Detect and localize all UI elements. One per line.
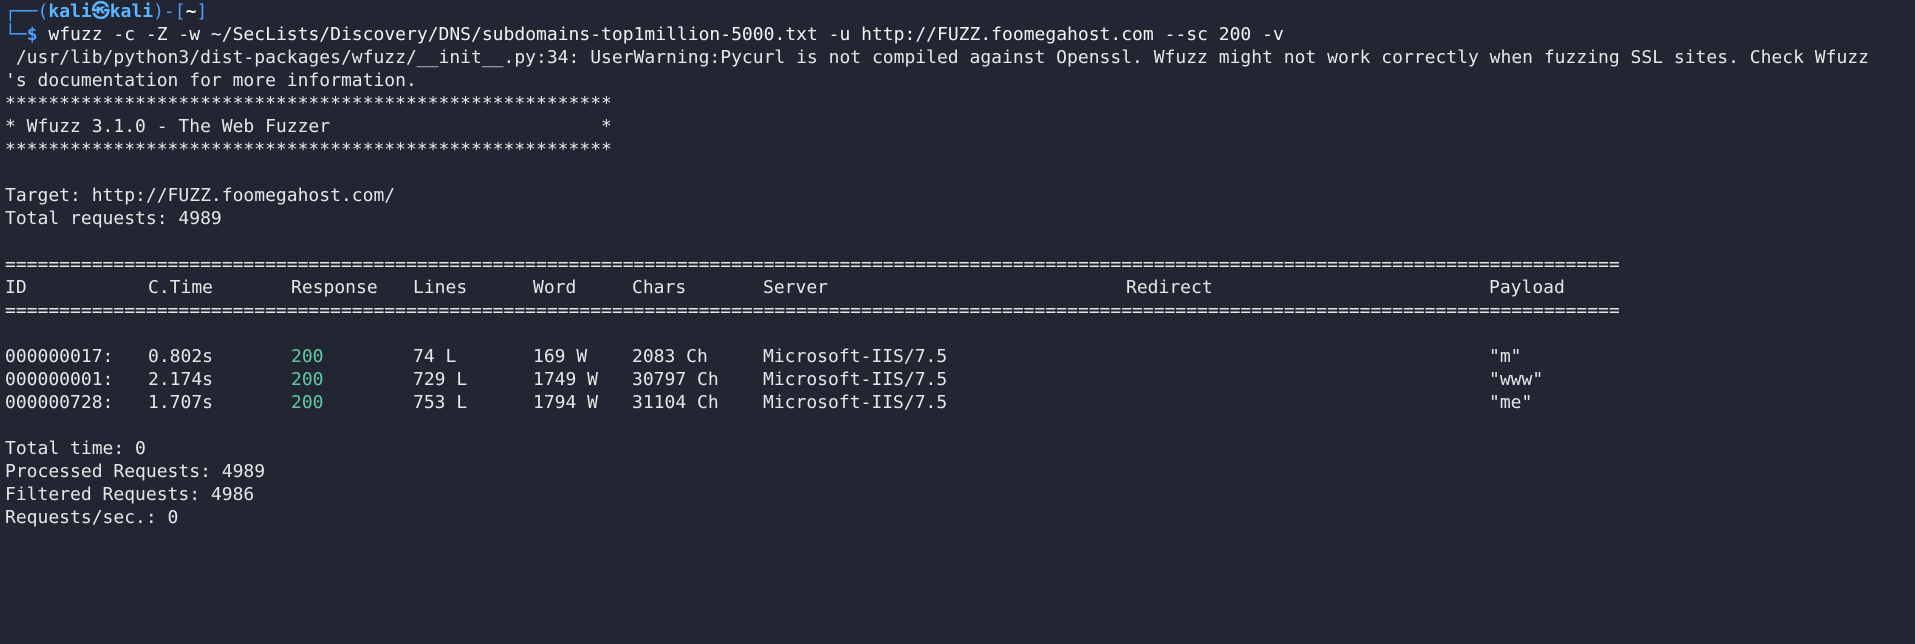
header-word: Word — [533, 277, 577, 298]
separator-bottom: ========================================… — [5, 300, 1620, 321]
header-response: Response — [291, 277, 378, 298]
prompt-corner-bottom: └─ — [5, 24, 27, 45]
table-row: 000000017: 0.802s 200 74 L 169 W 2083 Ch… — [5, 345, 1915, 368]
table-row: 000000728: 1.707s 200 753 L 1794 W 31104… — [5, 391, 1915, 414]
row-payload: "www" — [1489, 369, 1544, 390]
command-line[interactable]: └─$ wfuzz -c -Z -w ~/SecLists/Discovery/… — [5, 23, 1915, 46]
prompt-end: ] — [196, 1, 208, 22]
summary-processed-requests: Processed Requests: 4989 — [5, 461, 266, 482]
separator-top: ========================================… — [5, 254, 1620, 275]
row-lines: 753 L — [413, 392, 468, 413]
row-chars: 30797 Ch — [632, 369, 719, 390]
row-word: 1749 W — [533, 369, 599, 390]
row-response: 200 — [291, 369, 324, 390]
row-chars: 31104 Ch — [632, 392, 719, 413]
table-row: 000000001: 2.174s 200 729 L 1749 W 30797… — [5, 368, 1915, 391]
command-text: wfuzz -c -Z -w ~/SecLists/Discovery/DNS/… — [37, 24, 1284, 45]
prompt-dir: ~ — [185, 1, 197, 22]
prompt-dollar: $ — [26, 24, 38, 45]
row-word: 169 W — [533, 346, 588, 367]
header-chars: Chars — [632, 277, 687, 298]
row-id: 000000001: — [5, 369, 114, 390]
banner-bottom-stars: ****************************************… — [5, 139, 612, 160]
row-payload: "m" — [1489, 346, 1522, 367]
prompt-corner-top: ┌──( — [5, 1, 49, 22]
header-ctime: C.Time — [148, 277, 214, 298]
header-server: Server — [763, 277, 829, 298]
row-chars: 2083 Ch — [632, 346, 708, 367]
row-ctime: 1.707s — [148, 392, 214, 413]
row-lines: 74 L — [413, 346, 457, 367]
results-header-row: ID C.Time Response Lines Word Chars Serv… — [5, 276, 1915, 299]
row-payload: "me" — [1489, 392, 1533, 413]
summary-total-time: Total time: 0 — [5, 438, 146, 459]
header-lines: Lines — [413, 277, 468, 298]
row-response: 200 — [291, 346, 324, 367]
row-server: Microsoft-IIS/7.5 — [763, 392, 948, 413]
prompt-at-symbol: ㉿ — [91, 1, 110, 22]
prompt-user: kali — [48, 1, 92, 22]
banner-title: * Wfuzz 3.1.0 - The Web Fuzzer * — [5, 116, 612, 137]
warning-line-2: 's documentation for more information. — [5, 70, 417, 91]
prompt-mid: )-[ — [153, 1, 186, 22]
prompt-host: kali — [109, 1, 154, 22]
summary-requests-per-sec: Requests/sec.: 0 — [5, 507, 179, 528]
prompt-line: ┌──(kali㉿kali)-[~] — [5, 0, 1915, 23]
row-word: 1794 W — [533, 392, 599, 413]
row-response: 200 — [291, 392, 324, 413]
total-requests-line: Total requests: 4989 — [5, 208, 222, 229]
header-payload: Payload — [1489, 277, 1565, 298]
row-ctime: 0.802s — [148, 346, 214, 367]
row-server: Microsoft-IIS/7.5 — [763, 346, 948, 367]
header-id: ID — [5, 277, 27, 298]
target-line: Target: http://FUZZ.foomegahost.com/ — [5, 185, 396, 206]
row-id: 000000728: — [5, 392, 114, 413]
summary-filtered-requests: Filtered Requests: 4986 — [5, 484, 255, 505]
row-server: Microsoft-IIS/7.5 — [763, 369, 948, 390]
warning-line-1: /usr/lib/python3/dist-packages/wfuzz/__i… — [5, 47, 1869, 68]
header-redirect: Redirect — [1126, 277, 1213, 298]
row-ctime: 2.174s — [148, 369, 214, 390]
row-id: 000000017: — [5, 346, 114, 367]
row-lines: 729 L — [413, 369, 468, 390]
banner-top-stars: ****************************************… — [5, 93, 612, 114]
terminal-window[interactable]: ┌──(kali㉿kali)-[~] └─$ wfuzz -c -Z -w ~/… — [0, 0, 1915, 537]
